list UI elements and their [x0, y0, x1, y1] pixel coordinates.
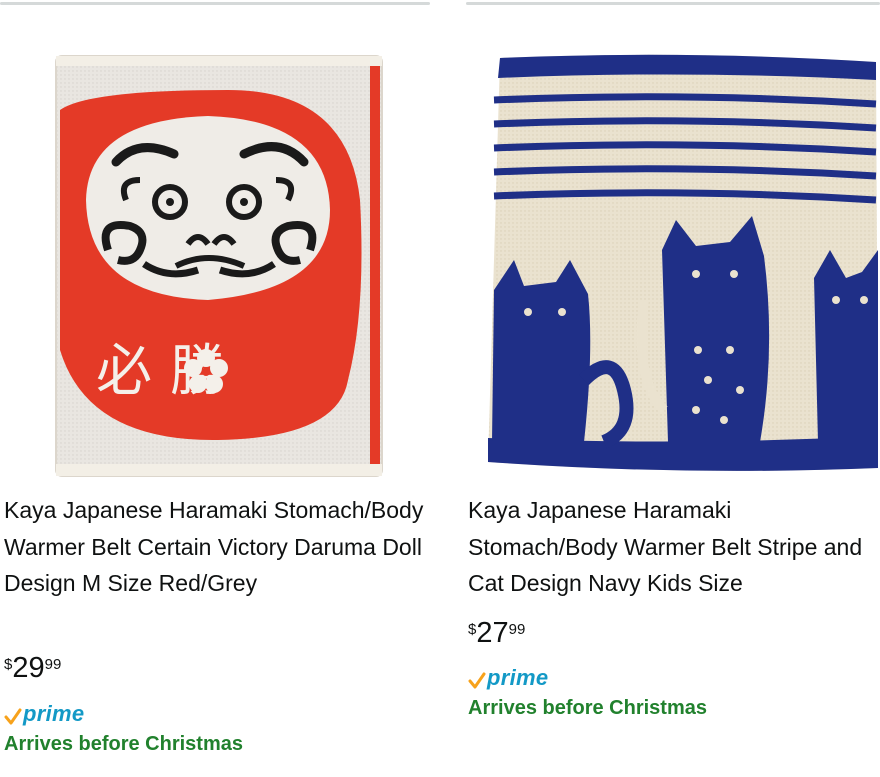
prime-badge: prime — [468, 664, 548, 690]
delivery-message: Arrives before Christmas — [468, 697, 707, 719]
product-card[interactable]: Kaya Japanese Haramaki Stomach/Body Warm… — [466, 0, 880, 777]
product-card[interactable]: 必 勝 Kaya Japanese Haramaki Stomach/Body … — [0, 0, 430, 777]
prime-check-icon — [468, 672, 486, 689]
price-whole: 29 — [12, 652, 45, 684]
cat-stripe-haramaki-image — [488, 54, 878, 471]
product-price: $2999 — [4, 652, 61, 684]
product-title[interactable]: Kaya Japanese Haramaki Stomach/Body Warm… — [468, 492, 878, 602]
prime-label: prime — [23, 701, 85, 726]
product-image[interactable]: 必 勝 — [48, 50, 388, 480]
product-title[interactable]: Kaya Japanese Haramaki Stomach/Body Warm… — [4, 492, 424, 602]
prime-label: prime — [487, 665, 549, 690]
product-price: $2799 — [468, 617, 525, 649]
price-fraction: 99 — [44, 656, 62, 673]
daruma-haramaki-image: 必 勝 — [55, 55, 383, 477]
prime-badge: prime — [4, 700, 84, 726]
card-divider — [466, 2, 880, 5]
product-image[interactable] — [484, 50, 880, 480]
price-symbol: $ — [468, 621, 477, 638]
prime-check-icon — [4, 708, 22, 725]
price-fraction: 99 — [508, 621, 526, 638]
price-whole: 27 — [476, 617, 509, 649]
price-symbol: $ — [4, 656, 13, 673]
card-divider — [0, 2, 430, 5]
delivery-message: Arrives before Christmas — [4, 733, 243, 755]
